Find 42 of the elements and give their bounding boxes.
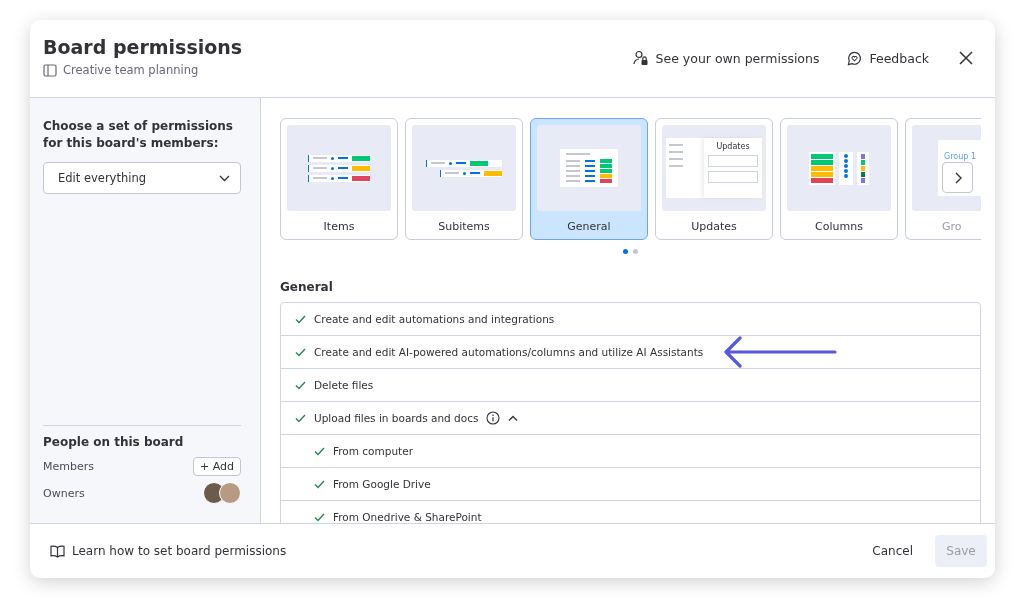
- permission-label: Delete files: [314, 379, 374, 391]
- category-card[interactable]: General: [530, 118, 648, 240]
- info-icon[interactable]: [486, 411, 501, 425]
- permission-label: From Onedrive & SharePoint: [333, 511, 482, 523]
- chevron-right-icon: [953, 171, 962, 184]
- thumbnail-text: Group 1: [944, 152, 976, 161]
- permission-label: Create and edit automations and integrations: [314, 313, 555, 325]
- permission-label: Create and edit AI-powered automations/columns and utilize AI Assistants: [314, 346, 704, 358]
- permission-label: Upload files in boards and docs: [314, 412, 479, 424]
- permissions-prompt: Choose a set of permissions for this board's members:: [43, 118, 234, 152]
- book-icon: [50, 544, 65, 558]
- permission-label: From Google Drive: [333, 478, 431, 490]
- permissions-dropdown[interactable]: Edit everything: [43, 162, 241, 194]
- update-card-drawing: [708, 155, 758, 167]
- avatar[interactable]: [219, 482, 241, 504]
- update-card-drawing: [708, 171, 758, 183]
- carousel-dot[interactable]: [633, 249, 638, 254]
- user-lock-icon: [632, 50, 649, 66]
- feedback-icon: [847, 50, 863, 66]
- dialog-title: Board permissions: [43, 36, 243, 58]
- category-card[interactable]: Updates Updates: [655, 118, 773, 240]
- category-card[interactable]: Columns: [780, 118, 898, 240]
- category-card[interactable]: Items: [280, 118, 398, 240]
- owners-label: Owners: [43, 486, 85, 500]
- cancel-button[interactable]: Cancel: [864, 538, 921, 564]
- carousel-dot[interactable]: [623, 249, 628, 254]
- members-label: Members: [43, 459, 94, 473]
- chevron-down-icon: [219, 174, 230, 182]
- thumbnail-text: Updates: [715, 142, 751, 151]
- add-button[interactable]: + Add: [193, 456, 241, 476]
- close-button[interactable]: [957, 49, 975, 67]
- own-permissions-link[interactable]: See your own permissions: [632, 50, 820, 66]
- category-card[interactable]: Subitems: [405, 118, 523, 240]
- next-button[interactable]: [942, 162, 973, 193]
- board-name: Creative team planning: [63, 63, 199, 77]
- feedback-link[interactable]: Feedback: [847, 50, 929, 66]
- collapse-caret-icon[interactable]: [508, 414, 519, 422]
- section-heading: General: [280, 280, 334, 294]
- permission-label: From computer: [333, 445, 413, 457]
- board-icon: [43, 63, 57, 77]
- help-link[interactable]: Learn how to set board permissions: [50, 544, 287, 558]
- people-heading: People on this board: [43, 435, 185, 449]
